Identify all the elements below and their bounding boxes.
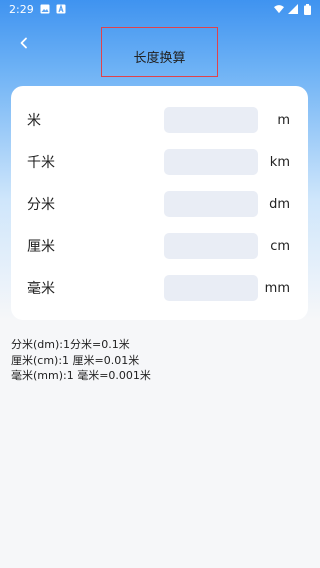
status-right	[274, 3, 312, 15]
row-label: 米	[27, 113, 41, 129]
row-unit: mm	[264, 280, 290, 296]
converter-card: 米 m 千米 km 分米 dm 厘米 cm 毫米 mm	[11, 86, 308, 320]
wifi-icon	[274, 4, 284, 14]
battery-icon	[302, 3, 312, 15]
centimeter-input[interactable]	[164, 233, 258, 259]
row-centimeter: 厘米 cm	[11, 233, 308, 259]
row-kilometer: 千米 km	[11, 149, 308, 175]
row-millimeter: 毫米 mm	[11, 275, 308, 301]
status-left: 2:29	[9, 3, 66, 16]
row-label: 千米	[27, 155, 55, 171]
millimeter-input[interactable]	[164, 275, 258, 301]
conversion-notes: 分米(dm):1分米=0.1米 厘米(cm):1 厘米=0.01米 毫米(mm)…	[11, 337, 151, 384]
page-title: 长度换算	[133, 50, 186, 66]
font-icon	[56, 4, 66, 14]
note-line: 厘米(cm):1 厘米=0.01米	[11, 353, 140, 367]
row-unit: km	[269, 154, 290, 170]
back-button[interactable]	[14, 33, 34, 53]
row-decimeter: 分米 dm	[11, 191, 308, 217]
status-bar: 2:29	[0, 0, 320, 18]
decimeter-input[interactable]	[164, 191, 258, 217]
row-label: 毫米	[27, 281, 55, 297]
kilometer-input[interactable]	[164, 149, 258, 175]
row-unit: cm	[270, 238, 290, 254]
status-time: 2:29	[9, 2, 34, 16]
page-title-box: 长度换算	[101, 27, 218, 77]
signal-icon	[288, 4, 298, 14]
meter-input[interactable]	[164, 107, 258, 133]
note-line: 分米(dm):1分米=0.1米	[11, 338, 130, 351]
row-meter: 米 m	[11, 107, 308, 133]
row-label: 厘米	[27, 239, 55, 255]
chevron-left-icon	[19, 34, 29, 53]
row-label: 分米	[27, 197, 55, 213]
row-unit: dm	[269, 196, 290, 212]
image-icon	[40, 4, 50, 14]
note-line: 毫米(mm):1 毫米=0.001米	[11, 369, 151, 382]
row-unit: m	[277, 112, 290, 128]
